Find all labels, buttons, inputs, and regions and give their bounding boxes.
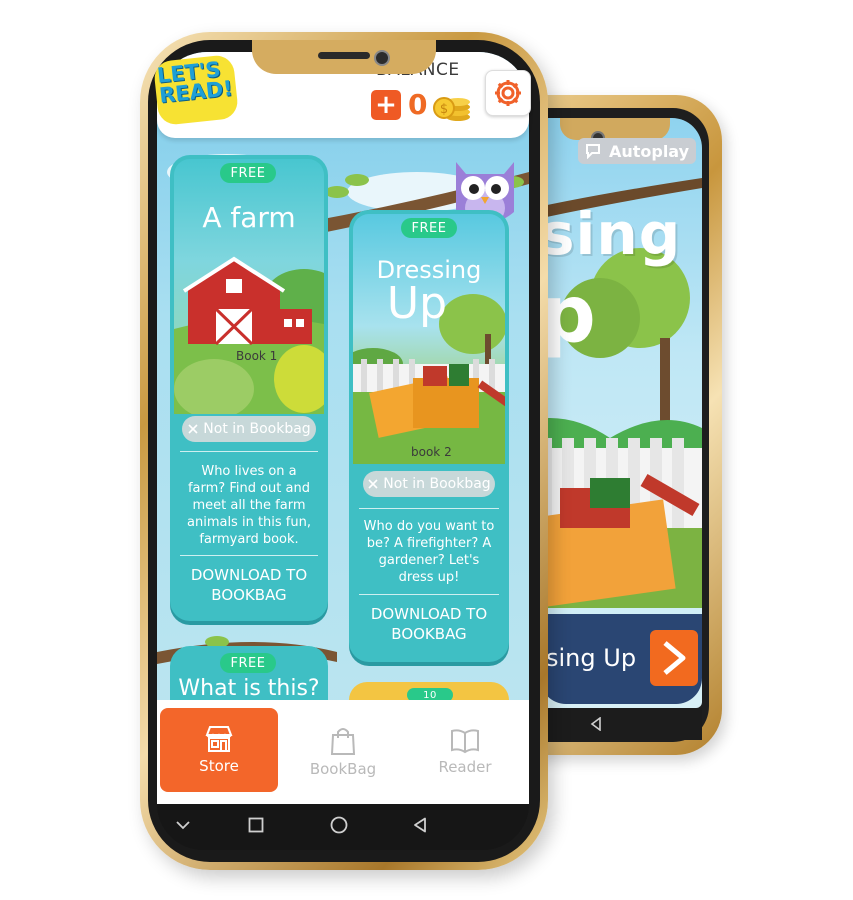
tab-bookbag-label: BookBag	[309, 760, 377, 778]
front-camera-icon	[374, 50, 390, 66]
svg-text:$: $	[440, 102, 448, 117]
chevron-right-icon	[663, 641, 686, 675]
recent-apps-icon[interactable]	[248, 817, 264, 833]
download-to-bookbag-button[interactable]: DOWNLOAD TO BOOKBAG	[363, 604, 495, 644]
card-divider	[180, 555, 318, 556]
book-card-a-farm[interactable]: A farm Book 1 FREE Not in Bookbag Who li…	[170, 155, 328, 621]
chevron-down-icon[interactable]	[176, 820, 190, 830]
tab-reader[interactable]: Reader	[424, 720, 506, 784]
card-divider	[359, 594, 499, 595]
book-cover[interactable]: Dressing Up book 2	[353, 214, 505, 464]
book-number-label: book 2	[411, 445, 452, 459]
close-icon	[368, 479, 378, 489]
autoplay-icon	[585, 144, 600, 159]
book-card-dressing-up[interactable]: Dressing Up book 2 FREE Not in Bookbag W…	[349, 210, 509, 662]
balance-value: 0	[408, 88, 428, 121]
book-title: A farm	[202, 201, 296, 234]
back-cta-label: sing Up	[546, 644, 637, 672]
back-phone-notch	[560, 118, 670, 140]
triangle-back-icon[interactable]	[589, 717, 603, 731]
book-icon	[451, 729, 479, 754]
tab-store-label: Store	[199, 757, 239, 775]
book-cover[interactable]: A farm Book 1	[174, 159, 324, 414]
dressing-up-cover-illustration	[353, 294, 505, 464]
tab-reader-label: Reader	[438, 758, 492, 776]
autoplay-button[interactable]: Autoplay	[578, 138, 696, 164]
tab-store[interactable]: Store	[160, 708, 278, 792]
tab-bookbag[interactable]: BookBag	[300, 720, 386, 784]
bookbag-status-label: Not in Bookbag	[383, 476, 491, 492]
coins-icon: $	[433, 97, 470, 121]
book-title-line2: Up	[386, 278, 448, 329]
store-icon	[205, 726, 233, 752]
settings-button[interactable]	[485, 70, 531, 116]
card-divider	[180, 451, 318, 452]
home-circle-icon[interactable]	[330, 816, 348, 834]
close-icon	[188, 424, 198, 434]
free-badge: FREE	[220, 163, 276, 183]
gear-icon	[495, 80, 521, 106]
back-book-title-line2: p	[540, 270, 596, 360]
card-divider	[359, 508, 499, 509]
book-description: Who do you want to be? A firefighter? A …	[363, 519, 495, 585]
free-badge: FREE	[220, 653, 276, 673]
bookbag-status-pill[interactable]: Not in Bookbag	[182, 416, 316, 442]
triangle-back-icon[interactable]	[412, 817, 428, 833]
add-coins-button[interactable]: +	[371, 90, 401, 120]
bookbag-status-label: Not in Bookbag	[203, 421, 311, 437]
book-number-label: Book 1	[236, 349, 278, 363]
farm-cover-illustration	[174, 256, 324, 414]
download-to-bookbag-button[interactable]: DOWNLOAD TO BOOKBAG	[184, 565, 314, 605]
autoplay-label: Autoplay	[608, 141, 690, 161]
bookbag-status-pill[interactable]: Not in Bookbag	[363, 471, 495, 497]
back-book-title: sing	[540, 200, 682, 268]
book-title: What is this?	[178, 676, 320, 701]
speaker-grille	[318, 52, 370, 59]
bag-icon	[330, 728, 356, 755]
app-logo: LET'S READ!	[156, 57, 234, 107]
free-badge: FREE	[401, 218, 457, 238]
book-description: Who lives on a farm? Find out and meet a…	[187, 464, 311, 547]
next-arrow-button[interactable]	[650, 630, 698, 686]
